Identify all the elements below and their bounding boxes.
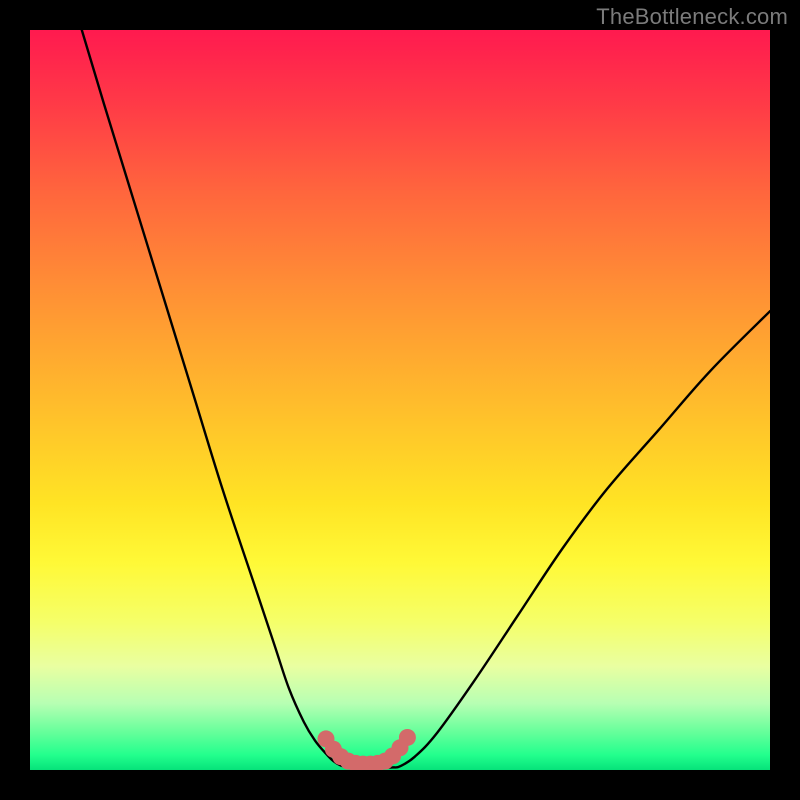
bottleneck-curve <box>82 30 770 768</box>
highlight-dot <box>399 729 416 746</box>
watermark-label: TheBottleneck.com <box>596 4 788 30</box>
plot-area <box>30 30 770 770</box>
chart-frame: TheBottleneck.com <box>0 0 800 800</box>
chart-svg <box>30 30 770 770</box>
